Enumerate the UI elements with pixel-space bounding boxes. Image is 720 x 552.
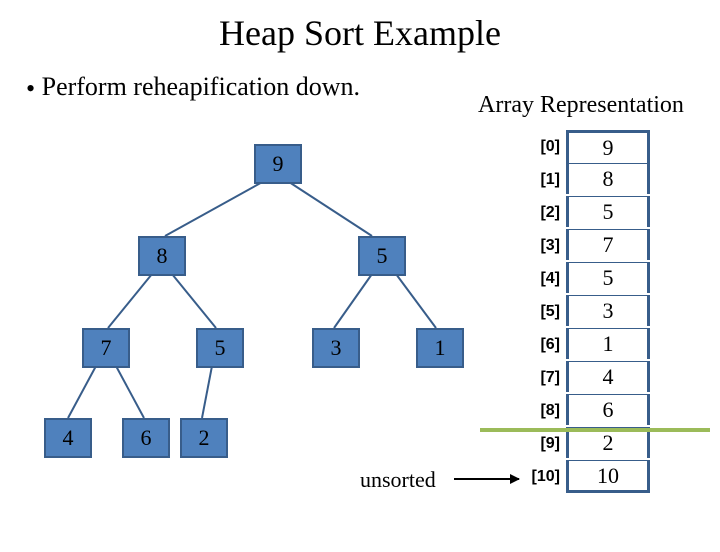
array-index: [2] — [520, 196, 560, 229]
array-index: [10] — [520, 460, 560, 493]
array-cell: 5 — [566, 262, 650, 293]
array-cell: 3 — [566, 295, 650, 326]
array-cell: 1 — [566, 328, 650, 359]
tree-node-lll: 4 — [44, 418, 92, 458]
array-index: [6] — [520, 328, 560, 361]
array-cell: 7 — [566, 229, 650, 260]
arrow-right-icon — [454, 478, 519, 480]
array-cell: 5 — [566, 196, 650, 227]
array-index: [1] — [520, 163, 560, 196]
tree-node-lr: 5 — [196, 328, 244, 368]
array-index: [3] — [520, 229, 560, 262]
array-cell: 8 — [566, 163, 650, 194]
tree-node-ll: 7 — [82, 328, 130, 368]
tree-node-rl: 3 — [312, 328, 360, 368]
tree-node-r: 5 — [358, 236, 406, 276]
array-index: [7] — [520, 361, 560, 394]
bullet-dot-icon: • — [26, 74, 35, 104]
array-cell: 6 — [566, 394, 650, 425]
tree-node-rr: 1 — [416, 328, 464, 368]
array-index: [5] — [520, 295, 560, 328]
array-cell: 4 — [566, 361, 650, 392]
unsorted-label: unsorted — [360, 467, 436, 493]
array-cell: 9 — [566, 130, 650, 163]
array-table: [0]9 [1]8 [2]5 [3]7 [4]5 [5]3 [6]1 [7]4 … — [520, 130, 650, 493]
unsorted-divider — [480, 428, 710, 432]
array-cell: 10 — [566, 460, 650, 493]
tree-node-lrl: 2 — [180, 418, 228, 458]
array-index: [0] — [520, 130, 560, 163]
tree-node-root: 9 — [254, 144, 302, 184]
array-index: [8] — [520, 394, 560, 427]
tree-node-llr: 6 — [122, 418, 170, 458]
page-title: Heap Sort Example — [0, 12, 720, 54]
bullet-text: Perform reheapification down. — [42, 72, 360, 101]
tree-node-l: 8 — [138, 236, 186, 276]
array-title: Array Representation — [478, 92, 684, 119]
array-index: [4] — [520, 262, 560, 295]
